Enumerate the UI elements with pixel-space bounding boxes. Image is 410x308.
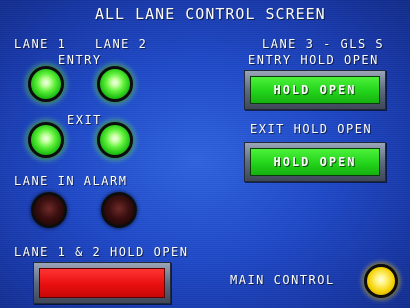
screen-title: ALL LANE CONTROL SCREEN bbox=[95, 5, 326, 23]
main-control-label: MAIN CONTROL bbox=[230, 273, 335, 287]
lane-control-screen: ALL LANE CONTROL SCREEN LANE 1 LANE 2 EN… bbox=[0, 0, 410, 308]
lane-1-2-hold-open-label: LANE 1 & 2 HOLD OPEN bbox=[14, 245, 189, 259]
lane-1-entry-indicator bbox=[28, 66, 64, 102]
exit-label: EXIT bbox=[67, 113, 102, 127]
lane-2-exit-indicator bbox=[97, 122, 133, 158]
main-control-button[interactable] bbox=[364, 264, 398, 298]
exit-hold-open-button[interactable]: HOLD OPEN bbox=[244, 142, 386, 182]
lane-1-alarm-indicator bbox=[31, 192, 67, 228]
lane-1-2-hold-open-button[interactable] bbox=[33, 262, 171, 304]
lane-2-label: LANE 2 bbox=[95, 37, 148, 51]
entry-hold-open-button-face[interactable]: HOLD OPEN bbox=[250, 76, 380, 104]
entry-hold-open-button-label: HOLD OPEN bbox=[273, 83, 357, 97]
lane-1-label: LANE 1 bbox=[14, 37, 67, 51]
lane-2-alarm-indicator bbox=[101, 192, 137, 228]
exit-hold-open-label: EXIT HOLD OPEN bbox=[250, 122, 373, 136]
lane-1-2-hold-open-button-face[interactable] bbox=[39, 268, 165, 298]
exit-hold-open-button-label: HOLD OPEN bbox=[273, 155, 357, 169]
lane-3-label: LANE 3 - GLS S bbox=[262, 37, 385, 51]
lane-2-entry-indicator bbox=[97, 66, 133, 102]
entry-hold-open-button[interactable]: HOLD OPEN bbox=[244, 70, 386, 110]
lane-in-alarm-label: LANE IN ALARM bbox=[14, 174, 128, 188]
entry-label: ENTRY bbox=[58, 53, 102, 67]
exit-hold-open-button-face[interactable]: HOLD OPEN bbox=[250, 148, 380, 176]
lane-1-exit-indicator bbox=[28, 122, 64, 158]
entry-hold-open-label: ENTRY HOLD OPEN bbox=[248, 53, 379, 67]
